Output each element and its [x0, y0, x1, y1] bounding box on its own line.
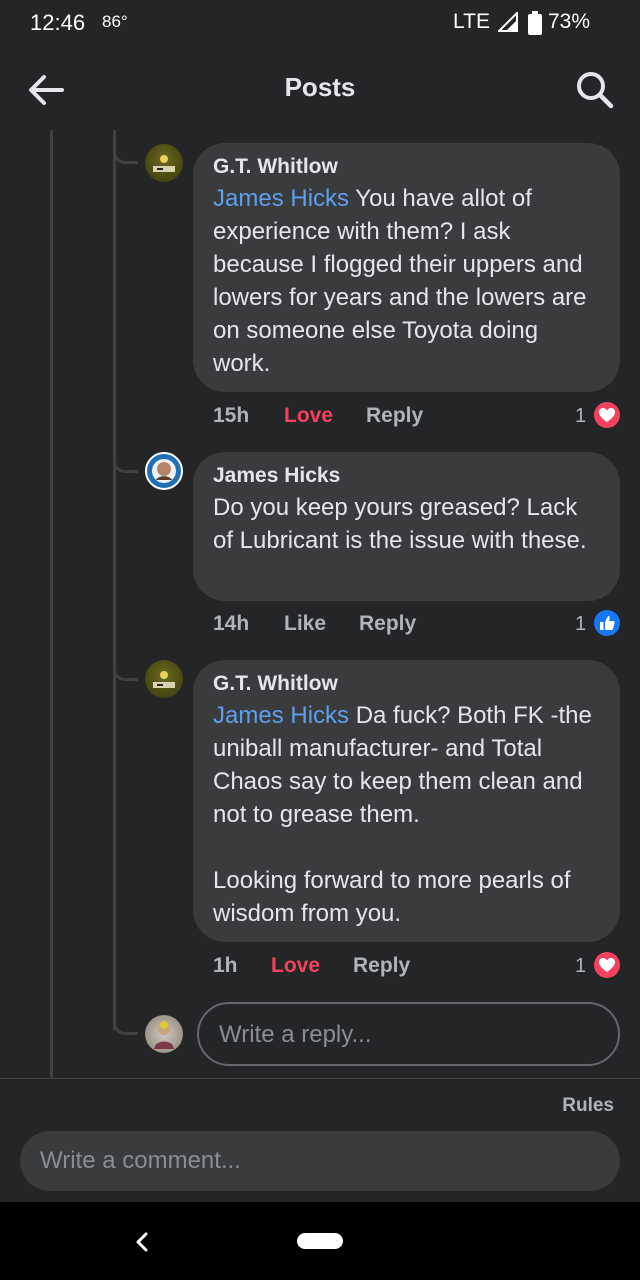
avatar[interactable] [145, 452, 183, 490]
comment-text: Do you keep yours greased? Lack of Lubri… [213, 494, 587, 554]
reaction-count[interactable]: 1 [575, 613, 586, 636]
comment-actions: 14h Like Reply [0, 612, 640, 642]
comment-author[interactable]: G.T. Whitlow [213, 672, 600, 696]
thread-connector [113, 139, 138, 164]
avatar[interactable] [145, 144, 183, 182]
avatar[interactable] [145, 660, 183, 698]
comment-bubble[interactable]: G.T. Whitlow James Hicks Da fuck? Both F… [193, 660, 620, 942]
thread-connector [113, 448, 138, 473]
comment-placeholder: Write a comment... [40, 1147, 241, 1174]
like-button[interactable]: Like [284, 612, 326, 636]
status-bar: 12:46 86° LTE 73% [0, 0, 640, 46]
page-title: Posts [284, 72, 356, 102]
comment-author[interactable]: James Hicks [213, 464, 600, 488]
comment-time: 14h [213, 612, 250, 635]
comment-text-paragraph: Looking forward to more pearls of wisdom… [213, 867, 571, 927]
battery-percent: 73% [548, 10, 591, 33]
heart-icon [594, 952, 620, 978]
status-temperature: 86° [102, 12, 128, 31]
search-icon[interactable] [573, 68, 617, 112]
reply-button[interactable]: Reply [359, 612, 416, 636]
love-button[interactable]: Love [271, 954, 320, 978]
thread-connector [113, 1010, 138, 1035]
battery-icon [528, 11, 542, 35]
comment-bubble[interactable]: James Hicks Do you keep yours greased? L… [193, 452, 620, 601]
love-button[interactable]: Love [284, 404, 333, 428]
nav-back-icon[interactable] [130, 1224, 154, 1260]
home-pill[interactable] [297, 1233, 343, 1249]
reply-placeholder: Write a reply... [219, 1021, 372, 1048]
thread-line-inner [113, 130, 116, 1030]
divider [0, 1078, 640, 1079]
comment-author[interactable]: G.T. Whitlow [213, 155, 600, 179]
comment-actions: 15h Love Reply [0, 404, 640, 434]
signal-icon [498, 12, 518, 32]
comment-text: James Hicks Da fuck? Both FK -the unibal… [213, 702, 592, 828]
reply-button[interactable]: Reply [353, 954, 410, 978]
reaction-count[interactable]: 1 [575, 955, 586, 978]
comment-bubble[interactable]: G.T. Whitlow James Hicks You have allot … [193, 143, 620, 392]
comment-time: 1h [213, 954, 238, 977]
status-time: 12:46 [30, 10, 86, 35]
comment-actions: 1h Love Reply [0, 954, 640, 984]
top-app-bar: Posts [0, 46, 640, 130]
thread-connector [113, 656, 138, 681]
thread-line-outer [50, 130, 53, 1078]
comment-text: James Hicks You have allot of experience… [213, 185, 587, 377]
comment-time: 15h [213, 404, 250, 427]
status-network: LTE [453, 10, 490, 33]
rules-link[interactable]: Rules [562, 1095, 614, 1117]
comment-input[interactable]: Write a comment... [20, 1131, 620, 1191]
reaction-count[interactable]: 1 [575, 405, 586, 428]
current-user-avatar [145, 1015, 183, 1053]
reply-input[interactable]: Write a reply... [197, 1002, 620, 1066]
reply-button[interactable]: Reply [366, 404, 423, 428]
like-icon [594, 610, 620, 636]
mention-link[interactable]: James Hicks [213, 702, 349, 729]
heart-icon [594, 402, 620, 428]
mention-link[interactable]: James Hicks [213, 185, 349, 212]
